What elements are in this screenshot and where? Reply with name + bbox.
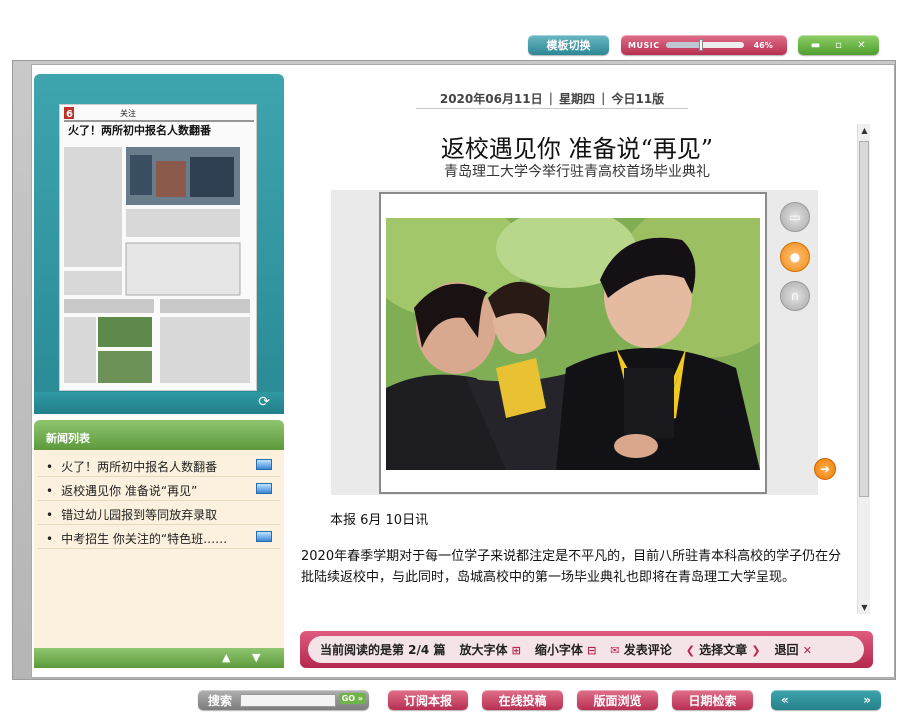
page-navigation: « » bbox=[771, 690, 881, 710]
search-input[interactable] bbox=[240, 693, 337, 707]
news-list-item[interactable]: • 返校遇见你 准备说“再见” bbox=[38, 477, 280, 501]
search-label: 搜索 bbox=[208, 693, 233, 708]
article-body: 2020年春季学期对于每一位学子来说都注定是不平凡的，目前八所驻青本科高校的学子… bbox=[301, 549, 842, 585]
news-list-footer: ▲ ▼ bbox=[34, 648, 284, 668]
scroll-thumb[interactable] bbox=[859, 141, 869, 497]
graduation-photo bbox=[386, 218, 760, 470]
refresh-icon[interactable]: ⟳ bbox=[258, 394, 270, 410]
next-photo-icon[interactable]: ➜ bbox=[814, 458, 836, 480]
photo-viewer: ▭ ● ∩ ➜ bbox=[331, 190, 836, 495]
prev-page-icon[interactable]: « bbox=[781, 693, 789, 707]
enlarge-font-label: 放大字体 bbox=[459, 643, 508, 657]
chevron-right-icon: ❯ bbox=[751, 644, 761, 657]
music-volume-slider[interactable] bbox=[665, 39, 744, 51]
window-controls: ▬ ▫ ✕ bbox=[798, 35, 879, 55]
select-article-button[interactable]: ❮ 选择文章 ❯ bbox=[686, 641, 761, 658]
thumbnail-toolbar: ⟳ bbox=[34, 392, 284, 414]
article-scrollbar[interactable]: ▲ ▼ bbox=[857, 124, 870, 614]
minimize-icon[interactable]: ▬ bbox=[810, 40, 822, 51]
scroll-up-icon[interactable]: ▲ bbox=[858, 124, 871, 137]
news-item-title: 错过幼儿园报到等同放弃录取 bbox=[61, 508, 218, 522]
next-page-icon[interactable]: » bbox=[863, 693, 871, 707]
article-title: 返校遇见你 准备说“再见” bbox=[440, 135, 714, 163]
video-camera-icon[interactable]: ▭ bbox=[780, 202, 810, 232]
article-photo[interactable] bbox=[386, 218, 760, 470]
music-label: MUSIC bbox=[628, 40, 660, 50]
issue-weekday: 星期四 bbox=[559, 91, 596, 106]
news-list-item[interactable]: • 火了！两所初中报名人数翻番 bbox=[38, 453, 280, 477]
separator: | bbox=[548, 91, 554, 105]
search-bar: 搜索 GO » bbox=[198, 690, 369, 710]
news-list-item[interactable]: • 错过幼儿园报到等同放弃录取 bbox=[38, 501, 280, 525]
maximize-icon[interactable]: ▫ bbox=[833, 40, 845, 51]
subscribe-button[interactable]: 订阅本报 bbox=[388, 690, 468, 710]
bullet-icon: • bbox=[46, 460, 54, 474]
date-line: 2020年06月11日 | 星期四 | 今日11版 bbox=[416, 88, 688, 109]
minus-icon: ⊟ bbox=[587, 644, 597, 657]
reading-toolbar-inner: 当前阅读的是第 2/4 篇 放大字体 ⊞ 缩小字体 ⊟ ✉ 发表评论 ❮ 选择文… bbox=[308, 636, 864, 663]
thumb-headline: 火了！两所初中报名人数翻番 bbox=[68, 123, 212, 137]
bullet-icon: • bbox=[46, 532, 54, 546]
select-article-label: 选择文章 bbox=[699, 643, 748, 657]
comment-label: 发表评论 bbox=[623, 643, 672, 657]
back-button[interactable]: 退回 ✕ bbox=[775, 641, 812, 658]
reading-toolbar: 当前阅读的是第 2/4 篇 放大字体 ⊞ 缩小字体 ⊟ ✉ 发表评论 ❮ 选择文… bbox=[300, 631, 873, 668]
article-view: 返校遇见你 准备说“再见” 青岛理工大学今举行驻青高校首场毕业典礼 ▭ ● ∩ … bbox=[297, 124, 857, 614]
news-item-title: 中考招生 你关注的“特色班…… bbox=[61, 532, 228, 546]
newspaper-page-image: 6 关注 火了！两所初中报名人数翻番 bbox=[60, 105, 256, 390]
user-icon[interactable]: ● bbox=[780, 242, 810, 272]
news-item-title: 返校遇见你 准备说“再见” bbox=[61, 484, 198, 498]
comment-button[interactable]: ✉ 发表评论 bbox=[610, 641, 671, 658]
submit-article-button[interactable]: 在线投稿 bbox=[482, 690, 563, 710]
thumb-section: 关注 bbox=[120, 108, 136, 118]
search-go-button[interactable]: GO » bbox=[338, 693, 366, 704]
music-volume-value: 46% bbox=[753, 40, 773, 50]
arrow-down-icon[interactable]: ▼ bbox=[252, 651, 260, 664]
mail-icon: ✉ bbox=[610, 644, 620, 657]
music-control[interactable]: MUSIC 46% bbox=[621, 35, 787, 55]
reading-position: 当前阅读的是第 2/4 篇 bbox=[320, 643, 446, 657]
news-list-header: 新闻列表 bbox=[34, 420, 284, 450]
image-icon bbox=[256, 483, 272, 494]
issue-date: 2020年06月11日 bbox=[439, 91, 543, 106]
news-list-item[interactable]: • 中考招生 你关注的“特色班…… bbox=[38, 525, 280, 549]
thumb-page-number: 6 bbox=[66, 109, 73, 120]
shrink-font-label: 缩小字体 bbox=[534, 643, 583, 657]
separator: | bbox=[601, 91, 606, 105]
template-switch-button[interactable]: 模板切换 bbox=[528, 35, 609, 55]
layout-browse-button[interactable]: 版面浏览 bbox=[577, 690, 658, 710]
issue-edition: 今日11版 bbox=[611, 91, 665, 106]
image-icon bbox=[256, 459, 272, 470]
enlarge-font-button[interactable]: 放大字体 ⊞ bbox=[459, 641, 520, 658]
image-icon bbox=[256, 531, 272, 542]
article-subtitle: 青岛理工大学今举行驻青高校首场毕业典礼 bbox=[444, 164, 710, 180]
news-list-panel: 新闻列表 • 火了！两所初中报名人数翻番 • 返校遇见你 准备说“再见” • 错过幼儿… bbox=[34, 420, 284, 668]
date-search-button[interactable]: 日期检索 bbox=[672, 690, 753, 710]
chevron-left-icon: ❮ bbox=[685, 644, 695, 657]
shrink-font-button[interactable]: 缩小字体 ⊟ bbox=[535, 641, 596, 658]
news-list: • 火了！两所初中报名人数翻番 • 返校遇见你 准备说“再见” • 错过幼儿园报到等同… bbox=[34, 450, 284, 549]
bullet-icon: • bbox=[46, 508, 54, 522]
headphones-icon[interactable]: ∩ bbox=[780, 281, 810, 311]
news-item-title: 火了！两所初中报名人数翻番 bbox=[61, 460, 218, 474]
close-icon[interactable]: ✕ bbox=[856, 40, 868, 51]
arrow-up-icon[interactable]: ▲ bbox=[222, 651, 230, 664]
close-icon: ✕ bbox=[802, 644, 812, 657]
back-label: 退回 bbox=[774, 643, 799, 657]
plus-icon: ⊞ bbox=[511, 644, 521, 657]
bullet-icon: • bbox=[46, 484, 54, 498]
scroll-down-icon[interactable]: ▼ bbox=[858, 601, 871, 614]
article-byline: 本报 6月 10日讯 bbox=[330, 513, 429, 528]
page-thumbnail[interactable]: 6 关注 火了！两所初中报名人数翻番 bbox=[59, 104, 257, 391]
photo-frame bbox=[379, 192, 767, 494]
